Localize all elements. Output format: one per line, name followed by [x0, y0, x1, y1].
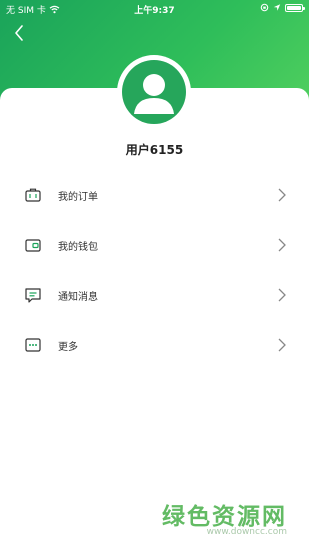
- menu-label: 我的钱包: [58, 241, 98, 253]
- chevron-right-icon: [278, 288, 286, 302]
- watermark-title: 绿色资源网: [162, 504, 287, 530]
- location-icon: [273, 4, 281, 11]
- briefcase-icon: [25, 188, 41, 202]
- menu-item-more[interactable]: 更多: [0, 320, 309, 370]
- chevron-right-icon: [278, 188, 286, 202]
- message-icon: [25, 288, 41, 303]
- menu-label: 更多: [58, 341, 78, 353]
- battery-icon: [285, 3, 305, 12]
- more-icon: [25, 338, 41, 352]
- orientation-lock-icon: [260, 3, 269, 12]
- menu-label: 通知消息: [58, 291, 98, 303]
- chevron-right-icon: [278, 338, 286, 352]
- status-bar: 无 SIM 卡 上午9:37: [0, 0, 309, 18]
- watermark-url: www.downcc.com: [206, 527, 287, 537]
- watermark: 绿色资源网 www.downcc.com: [0, 495, 309, 550]
- avatar[interactable]: [122, 60, 186, 124]
- menu-list: 我的订单 我的钱包 通知消息 更多: [0, 170, 309, 370]
- back-button[interactable]: [8, 22, 30, 44]
- username: 用户6155: [125, 143, 184, 157]
- chevron-left-icon: [15, 25, 23, 41]
- wallet-icon: [25, 239, 41, 252]
- menu-label: 我的订单: [58, 191, 98, 203]
- chevron-right-icon: [278, 238, 286, 252]
- user-avatar-icon: [134, 74, 174, 114]
- menu-item-wallet[interactable]: 我的钱包: [0, 220, 309, 270]
- menu-item-notifications[interactable]: 通知消息: [0, 270, 309, 320]
- avatar-ring: [117, 55, 191, 129]
- menu-item-orders[interactable]: 我的订单: [0, 170, 309, 220]
